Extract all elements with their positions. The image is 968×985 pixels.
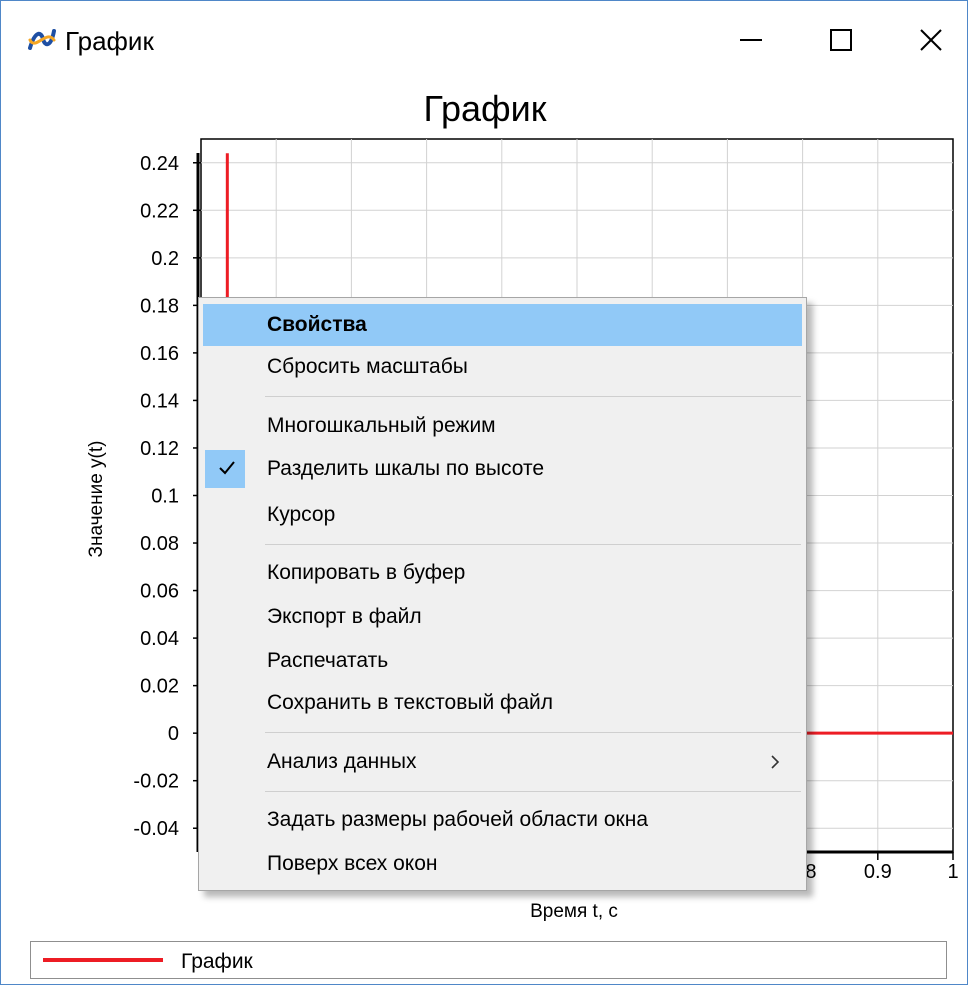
context-menu: Свойства Сбросить масштабы Многошкальный… bbox=[198, 297, 807, 891]
y-tick-label: 0.16 bbox=[140, 343, 179, 365]
y-tick-label: 0.1 bbox=[151, 486, 179, 508]
menu-item-print[interactable]: Распечатать bbox=[203, 640, 802, 682]
y-tick-label: 0.06 bbox=[140, 581, 179, 603]
chart-legend: График bbox=[30, 941, 947, 979]
x-tick-label: 1 bbox=[947, 861, 958, 883]
menu-item-label: Распечатать bbox=[267, 649, 389, 672]
menu-item-label: Экспорт в файл bbox=[267, 605, 422, 628]
x-axis-label: Время t, c bbox=[530, 901, 618, 922]
menu-item-save-to-text-file[interactable]: Сохранить в текстовый файл bbox=[203, 682, 802, 724]
menu-item-multiscale-mode[interactable]: Многошкальный режим bbox=[203, 405, 802, 447]
menu-separator bbox=[265, 396, 801, 397]
menu-item-label: Поверх всех окон bbox=[267, 852, 438, 875]
menu-item-properties[interactable]: Свойства bbox=[203, 304, 802, 346]
y-tick-label: -0.02 bbox=[133, 771, 179, 793]
menu-separator bbox=[265, 544, 801, 545]
menu-item-label: Копировать в буфер bbox=[267, 561, 466, 584]
y-tick-label: 0.2 bbox=[151, 248, 179, 270]
menu-item-label: Сбросить масштабы bbox=[267, 355, 468, 378]
menu-item-label: Многошкальный режим bbox=[267, 414, 496, 437]
y-tick-label: 0.08 bbox=[140, 533, 179, 555]
legend-label: График bbox=[181, 950, 253, 973]
y-tick-label: 0.18 bbox=[140, 295, 179, 317]
menu-item-cursor[interactable]: Курсор bbox=[203, 494, 802, 536]
y-tick-label: 0.02 bbox=[140, 676, 179, 698]
y-axis-label: Значение y(t) bbox=[86, 440, 107, 558]
y-tick-label: 0.24 bbox=[140, 153, 179, 175]
legend-line-swatch bbox=[43, 958, 163, 962]
chevron-right-icon bbox=[771, 755, 780, 769]
menu-item-copy-to-clipboard[interactable]: Копировать в буфер bbox=[203, 552, 802, 594]
y-tick-label: 0.04 bbox=[140, 628, 179, 650]
checkmark-icon bbox=[219, 461, 235, 475]
menu-item-label: Курсор bbox=[267, 503, 336, 526]
y-tick-label: 0.22 bbox=[140, 200, 179, 222]
menu-item-label: Разделить шкалы по высоте bbox=[267, 457, 545, 480]
y-tick-label: 0.14 bbox=[140, 390, 179, 412]
menu-separator bbox=[265, 791, 801, 792]
y-tick-label: 0.12 bbox=[140, 438, 179, 460]
x-tick-label: 0.9 bbox=[864, 861, 892, 883]
menu-item-reset-scales[interactable]: Сбросить масштабы bbox=[203, 346, 802, 388]
menu-item-split-scales[interactable]: Разделить шкалы по высоте bbox=[203, 448, 802, 490]
menu-item-set-workspace-size[interactable]: Задать размеры рабочей области окна bbox=[203, 799, 802, 841]
menu-item-label: Анализ данных bbox=[267, 750, 417, 773]
menu-item-always-on-top[interactable]: Поверх всех окон bbox=[203, 843, 802, 885]
menu-separator bbox=[265, 732, 801, 733]
menu-item-data-analysis[interactable]: Анализ данных bbox=[203, 741, 802, 783]
y-tick-label: -0.04 bbox=[133, 818, 179, 840]
menu-item-label: Свойства bbox=[267, 313, 367, 336]
y-tick-label: 0 bbox=[168, 723, 179, 745]
menu-item-export-to-file[interactable]: Экспорт в файл bbox=[203, 596, 802, 638]
menu-item-label: Задать размеры рабочей области окна bbox=[267, 808, 649, 831]
menu-item-label: Сохранить в текстовый файл bbox=[267, 691, 553, 714]
chart-window: График График 0.24 0.22 0.2 0.18 0.16 0.14 0.1… bbox=[0, 0, 968, 985]
